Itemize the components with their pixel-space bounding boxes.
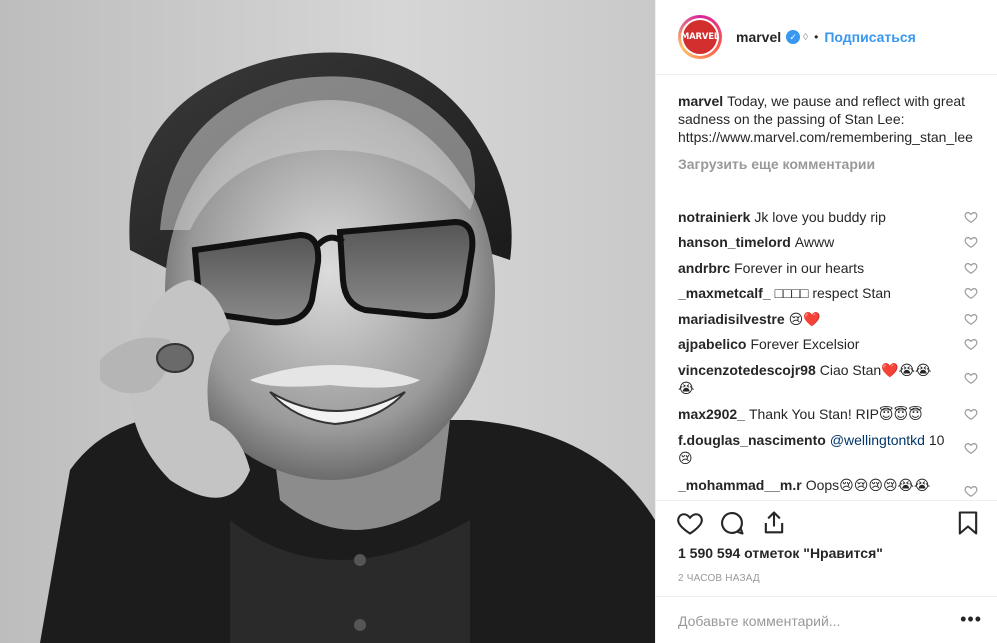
comment-like-heart-icon[interactable] <box>964 286 978 300</box>
unknown-glyph-icon: ◊ <box>803 31 809 43</box>
comment-row: ajpabelico Forever Excelsior <box>678 335 978 353</box>
load-more-comments-button[interactable]: Загрузить еще комментарии <box>678 156 978 172</box>
comment-text: Oops😢😢😢😢😭😭 <box>805 477 931 493</box>
comment-username[interactable]: _mohammad__m.r <box>678 477 802 493</box>
stan-lee-portrait-image <box>40 52 655 643</box>
comments-list[interactable]: marvel Today, we pause and reflect with g… <box>678 92 978 497</box>
add-comment-input[interactable] <box>678 611 938 631</box>
comment-text: Thank You Stan! RIP😇😇😇 <box>748 406 923 422</box>
likes-count[interactable]: 1 590 594 отметок "Нравится" <box>678 545 883 561</box>
comment-row: notrainierk Jk love you buddy rip <box>678 208 978 226</box>
verified-badge-icon: ✓ <box>786 30 801 44</box>
comment-username[interactable]: mariadisilvestre <box>678 311 785 327</box>
comment-text: 😢❤️ <box>788 311 821 327</box>
comment-like-heart-icon[interactable] <box>964 484 978 497</box>
comment-username[interactable]: notrainierk <box>678 209 750 225</box>
post-header: MARVEL marvel ✓ ◊ • Подписаться <box>656 0 997 75</box>
marvel-logo: MARVEL <box>681 20 719 54</box>
header-separator: • <box>814 30 819 44</box>
caption-username[interactable]: marvel <box>678 93 723 109</box>
comment-username[interactable]: f.douglas_nascimento <box>678 432 826 448</box>
comment-row: andrbrc Forever in our hearts <box>678 259 978 277</box>
comment-text: Forever in our hearts <box>734 260 865 276</box>
share-icon[interactable] <box>760 509 788 537</box>
header-username[interactable]: marvel <box>736 29 781 45</box>
avatar: MARVEL <box>681 18 719 56</box>
comment-row: vincenzotedescojr98 Ciao Stan❤️😭😭 😭 <box>678 361 978 397</box>
comment-like-heart-icon[interactable] <box>964 371 978 385</box>
post-side-panel: MARVEL marvel ✓ ◊ • Подписаться marvel To… <box>655 0 997 643</box>
post-caption: marvel Today, we pause and reflect with g… <box>678 92 978 146</box>
comment-row: mariadisilvestre 😢❤️ <box>678 310 978 328</box>
bookmark-icon[interactable] <box>954 509 982 537</box>
instagram-post: MARVEL marvel ✓ ◊ • Подписаться marvel To… <box>0 0 997 643</box>
comment-row: _mohammad__m.r Oops😢😢😢😢😭😭 <box>678 476 978 497</box>
comment-row: _maxmetcalf_ □□□□ respect Stan <box>678 284 978 302</box>
comment-text: Jk love you buddy rip <box>754 209 886 225</box>
comment-like-heart-icon[interactable] <box>964 235 978 249</box>
heart-icon[interactable] <box>676 509 704 537</box>
follow-button[interactable]: Подписаться <box>824 29 916 45</box>
comment-like-heart-icon[interactable] <box>964 441 978 455</box>
comment-like-heart-icon[interactable] <box>964 337 978 351</box>
comment-username[interactable]: andrbrc <box>678 260 730 276</box>
comment-like-heart-icon[interactable] <box>964 210 978 224</box>
comment-row: hanson_timelord Awww <box>678 233 978 251</box>
comment-mention-link[interactable]: @wellingtontkd <box>830 432 925 448</box>
comment-username[interactable]: max2902_ <box>678 406 745 422</box>
add-comment-bar: ••• <box>656 596 997 643</box>
comment-row: f.douglas_nascimento @wellingtontkd 10 😢 <box>678 431 978 467</box>
comment-username[interactable]: ajpabelico <box>678 336 746 352</box>
comment-text: Awww <box>794 234 835 250</box>
comment-bubble-icon[interactable] <box>718 509 746 537</box>
comment-like-heart-icon[interactable] <box>964 312 978 326</box>
more-options-icon[interactable]: ••• <box>960 610 982 628</box>
comment-like-heart-icon[interactable] <box>964 261 978 275</box>
comment-username[interactable]: hanson_timelord <box>678 234 791 250</box>
avatar-story-ring[interactable]: MARVEL <box>678 15 722 59</box>
comment-row: max2902_ Thank You Stan! RIP😇😇😇 <box>678 405 978 423</box>
post-actions-bar <box>656 500 997 545</box>
comment-username[interactable]: _maxmetcalf_ <box>678 285 771 301</box>
comment-text: □□□□ respect Stan <box>774 285 891 301</box>
comment-text: Forever Excelsior <box>750 336 860 352</box>
post-timestamp[interactable]: 2 ЧАСОВ НАЗАД <box>678 573 760 584</box>
post-photo[interactable] <box>0 0 655 643</box>
comment-username[interactable]: vincenzotedescojr98 <box>678 362 816 378</box>
comment-like-heart-icon[interactable] <box>964 407 978 421</box>
